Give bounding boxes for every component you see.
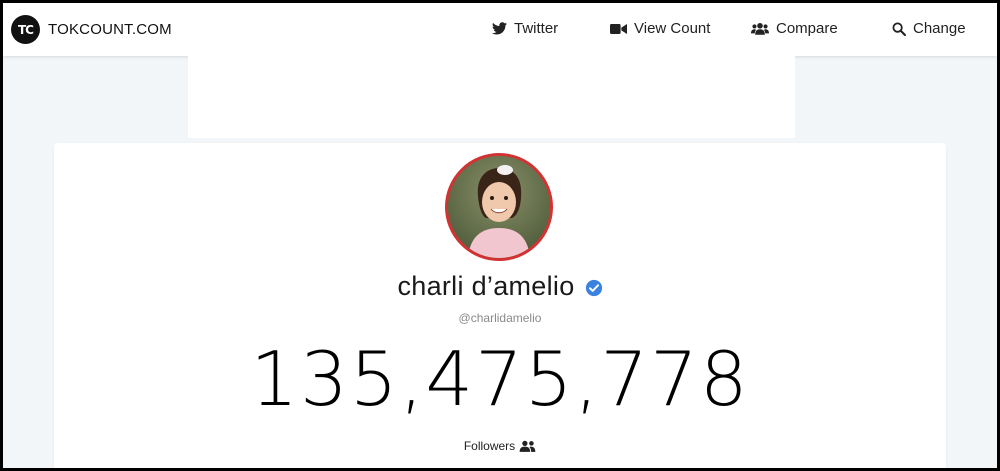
logo: TC (11, 15, 40, 44)
nav-compare-label: Compare (776, 20, 838, 37)
nav-change[interactable]: Change (892, 20, 966, 37)
avatar (445, 153, 553, 261)
profile-card: charli d’amelio @charlidamelio 135,475,7… (54, 143, 946, 468)
nav-change-label: Change (913, 20, 966, 37)
users-icon (519, 440, 536, 452)
nav-twitter-label: Twitter (514, 20, 559, 37)
nav-compare[interactable]: Compare (751, 20, 838, 37)
brand-name: TOKCOUNT.COM (48, 21, 172, 38)
users-icon (751, 22, 769, 35)
ad-slot (188, 56, 795, 138)
followers-label-row: Followers (54, 439, 946, 453)
nav-twitter[interactable]: Twitter (492, 20, 558, 37)
nav-view-count[interactable]: View Count (610, 20, 710, 37)
nav-view-count-label: View Count (634, 20, 711, 37)
verified-icon (585, 279, 602, 297)
brand[interactable]: TC TOKCOUNT.COM (11, 15, 172, 44)
name-row: charli d’amelio (54, 271, 946, 302)
page-frame: TC TOKCOUNT.COM Twitter View Count Compa… (3, 3, 997, 468)
followers-label: Followers (463, 439, 516, 453)
video-camera-icon (610, 23, 627, 34)
navbar: TC TOKCOUNT.COM Twitter View Count Compa… (3, 3, 997, 56)
twitter-icon (492, 22, 507, 35)
follower-count: 135,475,778 (250, 335, 750, 423)
search-icon (892, 21, 906, 36)
display-name: charli d’amelio (397, 271, 575, 301)
profile-handle: @charlidamelio (458, 311, 542, 325)
avatar-image (448, 156, 550, 258)
